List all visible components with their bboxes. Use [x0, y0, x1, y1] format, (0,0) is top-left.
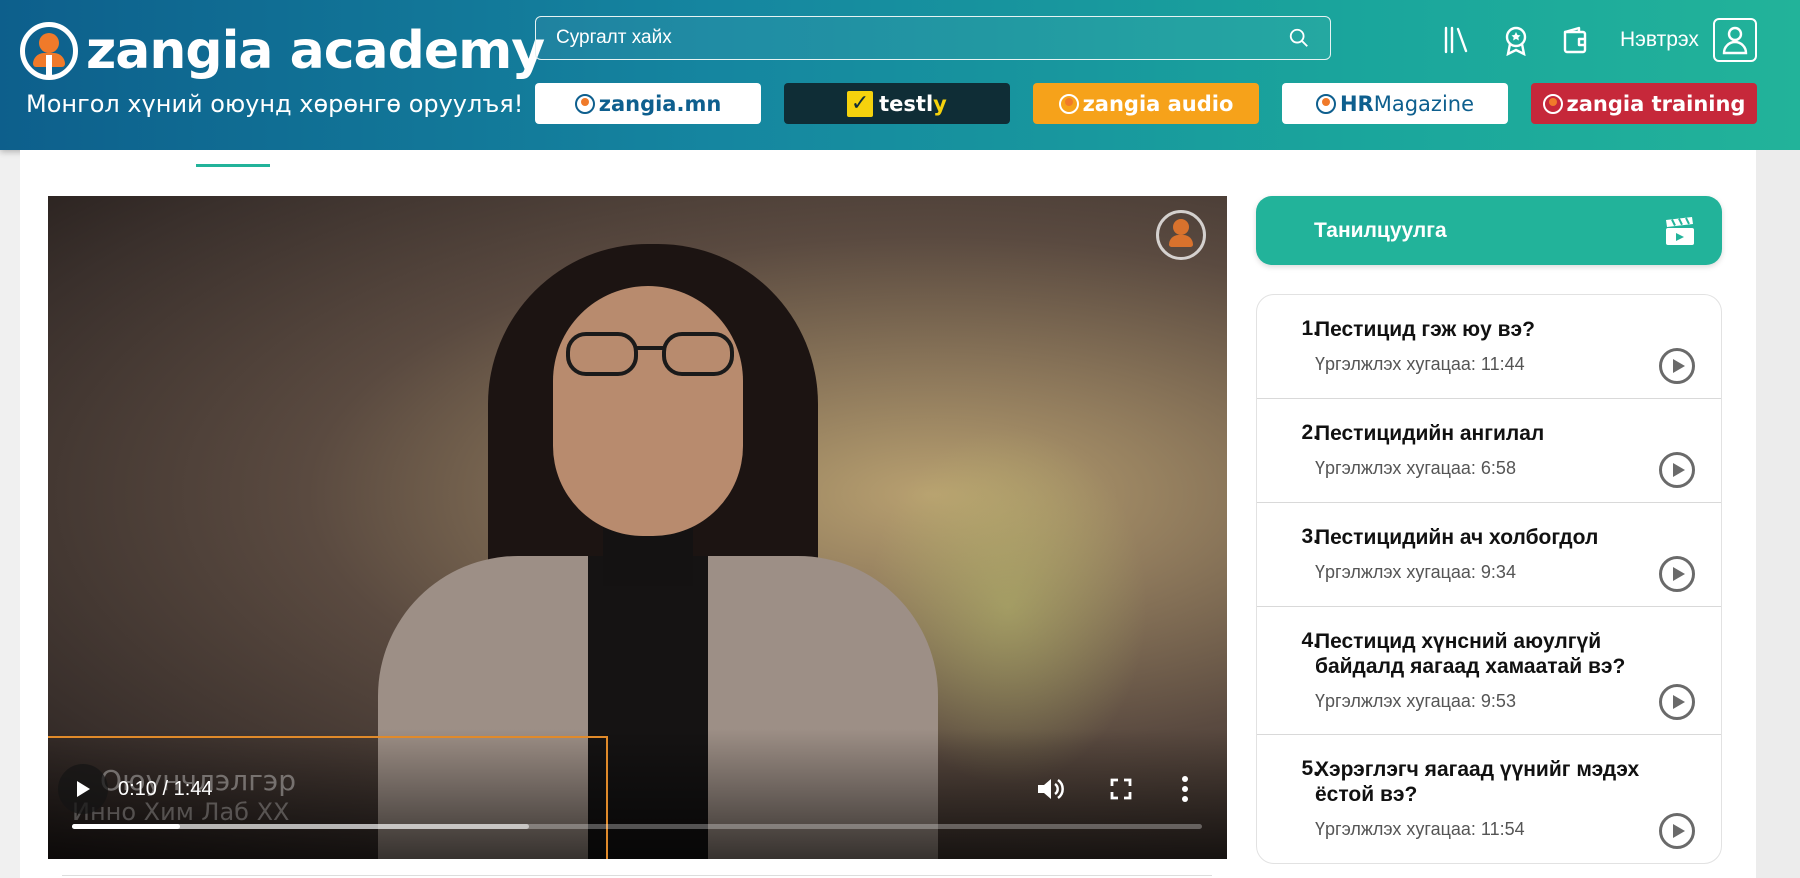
user-icon	[1722, 26, 1748, 55]
intro-lesson-button[interactable]: Танилцуулга	[1256, 196, 1722, 265]
lesson-title: Пестицид хүнсний аюулгүй байдалд яагаад …	[1315, 630, 1626, 679]
lesson-duration: Үргэлжлэх хугацаа: 6:58	[1315, 458, 1516, 479]
training-mark-icon	[1542, 93, 1563, 114]
badge-icon[interactable]	[1500, 24, 1532, 56]
lesson-title: Пестицид гэж юу вэ?	[1315, 318, 1535, 341]
check-icon: ✓	[847, 90, 874, 117]
lesson-number: 2.	[1301, 421, 1319, 444]
lesson-play-button[interactable]	[1659, 813, 1695, 849]
page-gutter	[1756, 150, 1800, 878]
zangia-training-link[interactable]: zangia training	[1531, 83, 1757, 124]
intro-label: Танилцуулга	[1314, 218, 1447, 242]
video-play-button[interactable]	[58, 764, 108, 814]
site-slogan: Монгол хүний оюунд хөрөнгө оруулъя!	[26, 90, 524, 118]
user-button[interactable]	[1712, 18, 1757, 62]
lesson-title: Хэрэглэгч яагаад үүнийг мэдэх ёстой вэ?	[1315, 758, 1640, 807]
testly-link[interactable]: ✓ testl y	[784, 83, 1010, 124]
play-icon	[1672, 359, 1685, 373]
watermark-logo-icon	[1156, 210, 1206, 260]
testly-label: testl	[879, 91, 934, 116]
play-icon	[77, 781, 90, 797]
video-progress-bar[interactable]	[72, 824, 1202, 829]
lesson-number: 1.	[1301, 317, 1319, 340]
logo-text: zangia academy	[86, 21, 545, 81]
site-header: zangia academy Монгол хүний оюунд хөрөнг…	[0, 0, 1800, 150]
lesson-list: 1. Пестицид гэж юу вэ? Үргэлжлэх хугацаа: …	[1256, 294, 1722, 864]
volume-icon[interactable]	[1036, 776, 1064, 802]
play-icon	[1672, 695, 1685, 709]
zangia-mn-link[interactable]: zangia.mn	[535, 83, 761, 124]
lesson-duration: Үргэлжлэх хугацаа: 11:44	[1315, 354, 1525, 375]
hr-magazine-link[interactable]: HR Magazine	[1282, 83, 1508, 124]
play-icon	[1672, 463, 1685, 477]
divider	[62, 875, 1212, 876]
lesson-item[interactable]: 1. Пестицид гэж юу вэ? Үргэлжлэх хугацаа: …	[1257, 295, 1721, 399]
search-icon[interactable]	[1288, 27, 1310, 49]
lesson-duration: Үргэлжлэх хугацаа: 11:54	[1315, 819, 1525, 840]
lesson-play-button[interactable]	[1659, 684, 1695, 720]
video-player[interactable]: Оюунчлэлгэр Инно Хим Лаб ХХ 0:10 / 1:44	[48, 196, 1227, 859]
site-logo[interactable]: zangia academy	[20, 21, 545, 81]
microphone-icon	[1058, 93, 1079, 114]
lesson-number: 4.	[1301, 629, 1319, 652]
play-icon	[1672, 567, 1685, 581]
lesson-number: 3.	[1301, 525, 1319, 548]
testly-label-accent: y	[933, 91, 947, 116]
login-link[interactable]: Нэвтрэх	[1620, 28, 1699, 52]
clapperboard-icon	[1666, 217, 1694, 245]
lesson-play-button[interactable]	[1659, 452, 1695, 488]
lesson-number: 5.	[1301, 757, 1319, 780]
magazine-label: Magazine	[1373, 91, 1475, 116]
logo-mark-icon	[20, 22, 78, 80]
play-icon	[1672, 824, 1685, 838]
lesson-item[interactable]: 2. Пестицидийн ангилал Үргэлжлэх хугацаа: …	[1257, 399, 1721, 503]
lesson-title: Пестицидийн ангилал	[1315, 422, 1545, 445]
zangia-training-label: zangia training	[1566, 91, 1746, 116]
lesson-duration: Үргэлжлэх хугацаа: 9:53	[1315, 691, 1516, 712]
lesson-item[interactable]: 4. Пестицид хүнсний аюулгүй байдалд яагаа…	[1257, 607, 1721, 735]
zangia-mn-label: zangia.mn	[598, 91, 722, 116]
more-options-icon[interactable]	[1182, 776, 1188, 802]
hr-label: HR	[1339, 91, 1374, 116]
presenter-face	[553, 286, 743, 536]
search-input[interactable]	[556, 27, 1288, 49]
library-icon[interactable]	[1440, 24, 1472, 56]
zangia-audio-label: zangia audio	[1082, 91, 1234, 116]
lesson-item[interactable]: 5. Хэрэглэгч яагаад үүнийг мэдэх ёстой вэ…	[1257, 735, 1721, 863]
presenter-glasses	[566, 332, 734, 376]
lesson-play-button[interactable]	[1659, 348, 1695, 384]
lesson-play-button[interactable]	[1659, 556, 1695, 592]
header-actions: Нэвтрэх	[1440, 18, 1757, 62]
active-tab-indicator	[196, 164, 270, 167]
fullscreen-icon[interactable]	[1110, 778, 1132, 800]
search-box	[535, 16, 1331, 60]
lesson-title: Пестицидийн ач холбогдол	[1315, 526, 1599, 549]
hr-mark-icon	[1315, 93, 1336, 114]
video-time: 0:10 / 1:44	[118, 778, 213, 800]
lesson-duration: Үргэлжлэх хугацаа: 9:34	[1315, 562, 1516, 583]
zangia-mark-icon	[574, 93, 595, 114]
progress-played	[72, 824, 181, 829]
lower-third-org: Инно Хим Лаб ХХ	[72, 798, 290, 826]
lesson-item[interactable]: 3. Пестицидийн ач холбогдол Үргэлжлэх хуга…	[1257, 503, 1721, 607]
zangia-audio-link[interactable]: zangia audio	[1033, 83, 1259, 124]
partner-links: zangia.mn ✓ testl y zangia audio HR Magazi…	[535, 83, 1757, 124]
wallet-icon[interactable]	[1560, 24, 1592, 56]
